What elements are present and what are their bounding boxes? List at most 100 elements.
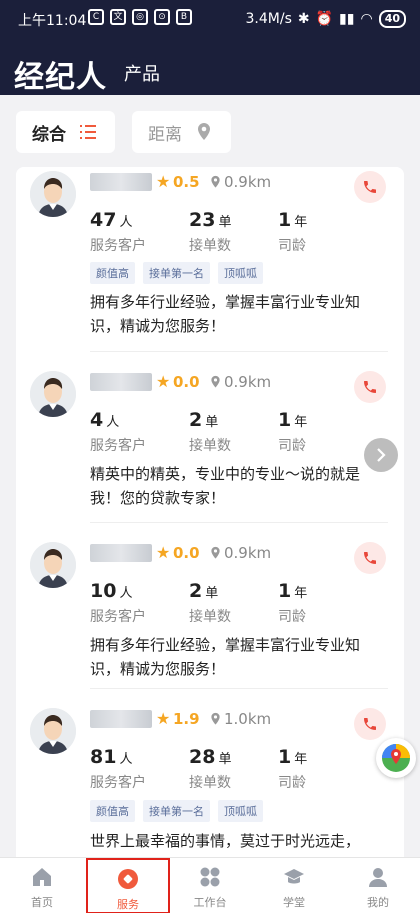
agent-tags: 颜值高 接单第一名 顶呱呱 bbox=[90, 800, 263, 822]
years-label: 司龄 bbox=[278, 609, 306, 625]
bluetooth-icon: ✱ bbox=[297, 11, 310, 27]
tab-label: 学堂 bbox=[283, 896, 305, 909]
sort-comprehensive-label: 综合 bbox=[32, 124, 66, 145]
app-notification-icon: ◎ bbox=[132, 9, 148, 25]
product-tab[interactable]: 产品 bbox=[124, 60, 160, 86]
sort-comprehensive-button[interactable]: 综合 bbox=[16, 111, 115, 153]
page-title: 经纪人 bbox=[14, 60, 107, 95]
agent-name-masked bbox=[90, 710, 152, 728]
avatar bbox=[30, 371, 76, 417]
call-button[interactable] bbox=[354, 542, 386, 574]
tag: 颜值高 bbox=[90, 800, 135, 822]
tab-label: 工作台 bbox=[193, 896, 227, 909]
tag: 颜值高 bbox=[90, 262, 135, 284]
agent-card[interactable]: ★ 0.0 0.9km 4人 2单 1年 服务客户 接单数 司龄 精英中的精英，… bbox=[16, 352, 404, 523]
tab-label: 首页 bbox=[31, 896, 53, 909]
avatar bbox=[30, 708, 76, 754]
map-button[interactable] bbox=[376, 738, 416, 778]
bottom-tab-bar: 首页 服务 工作台 学堂 我的 bbox=[0, 857, 420, 913]
orders-count: 28 单 bbox=[189, 746, 232, 768]
tab-school[interactable]: 学堂 bbox=[252, 858, 336, 913]
battery-indicator: 40 bbox=[378, 10, 406, 28]
orders-count: 23 单 bbox=[189, 209, 232, 231]
phone-icon bbox=[364, 552, 376, 564]
status-notification-icons: C 文 ◎ ⊙ B bbox=[88, 9, 192, 25]
agent-description: 拥有多年行业经验，掌握丰富行业专业知识，精诚为您服务！ bbox=[90, 293, 361, 335]
orders-label: 接单数 bbox=[189, 775, 231, 791]
avatar bbox=[30, 542, 76, 588]
orders-label: 接单数 bbox=[189, 438, 231, 454]
agent-rating: 0.5 bbox=[173, 173, 200, 191]
years-label: 司龄 bbox=[278, 238, 306, 254]
orders-label: 接单数 bbox=[189, 609, 231, 625]
agent-card[interactable]: ★ 0.5 0.9km 47 人 23 单 1年 服务客户 接单数 司龄 颜值高 接… bbox=[16, 167, 404, 352]
star-icon: ★ bbox=[156, 709, 171, 728]
call-button[interactable] bbox=[354, 171, 386, 203]
signal-icon: ▮▮ bbox=[339, 11, 355, 27]
agent-description: 世界上最幸福的事情，莫过于时光远走， bbox=[90, 832, 361, 850]
alarm-icon: ⏰ bbox=[315, 11, 334, 27]
years-count: 1年 bbox=[278, 209, 308, 231]
location-pin-icon bbox=[211, 175, 220, 188]
app-notification-icon: B bbox=[176, 9, 192, 25]
years-count: 1年 bbox=[278, 409, 308, 431]
star-icon: ★ bbox=[156, 372, 171, 391]
phone-icon bbox=[364, 181, 376, 193]
list-icon bbox=[80, 125, 96, 139]
agent-card[interactable]: ★ 0.0 0.9km 10 人 2单 1年 服务客户 接单数 司龄 拥有多年行业… bbox=[16, 523, 404, 689]
orders-count: 2单 bbox=[189, 580, 219, 602]
tab-label: 服务 bbox=[117, 898, 139, 911]
clients-count: 10 人 bbox=[90, 580, 133, 602]
agent-distance: 0.9km bbox=[224, 544, 272, 562]
workbench-icon bbox=[200, 867, 220, 887]
agent-distance: 1.0km bbox=[224, 710, 272, 728]
clients-label: 服务客户 bbox=[90, 775, 146, 791]
agent-distance: 0.9km bbox=[224, 173, 272, 191]
location-pin-icon bbox=[211, 546, 220, 559]
app-header: 上午11:04 C 文 ◎ ⊙ B 3.4M/s ✱ ⏰ ▮▮ ◠ 40 经纪人… bbox=[0, 0, 420, 95]
home-icon bbox=[33, 868, 51, 886]
wifi-icon: ◠ bbox=[360, 11, 373, 27]
tag: 接单第一名 bbox=[143, 262, 210, 284]
tag: 接单第一名 bbox=[143, 800, 210, 822]
clients-label: 服务客户 bbox=[90, 438, 146, 454]
tab-home[interactable]: 首页 bbox=[0, 858, 84, 913]
years-count: 1年 bbox=[278, 746, 308, 768]
agent-name-masked bbox=[90, 373, 152, 391]
profile-icon bbox=[369, 868, 387, 887]
agent-card[interactable]: ★ 1.9 1.0km 81 人 28 单 1年 服务客户 接单数 司龄 颜值高 接… bbox=[16, 689, 404, 857]
agent-description: 拥有多年行业经验，掌握丰富行业专业知识，精诚为您服务！ bbox=[90, 636, 361, 678]
clients-label: 服务客户 bbox=[90, 609, 146, 625]
location-pin-icon bbox=[198, 123, 210, 140]
years-count: 1年 bbox=[278, 580, 308, 602]
network-speed: 3.4M/s bbox=[245, 11, 292, 27]
star-icon: ★ bbox=[156, 172, 171, 191]
call-button[interactable] bbox=[354, 371, 386, 403]
clients-label: 服务客户 bbox=[90, 238, 146, 254]
agent-rating: 0.0 bbox=[173, 373, 200, 391]
agent-description: 精英中的精英，专业中的专业～说的就是我！您的贷款专家！ bbox=[90, 465, 361, 507]
clients-count: 81 人 bbox=[90, 746, 133, 768]
next-page-button[interactable] bbox=[364, 438, 398, 472]
location-pin-icon bbox=[211, 375, 220, 388]
call-button[interactable] bbox=[354, 708, 386, 740]
tag: 顶呱呱 bbox=[218, 800, 263, 822]
clients-count: 47 人 bbox=[90, 209, 133, 231]
clients-count: 4人 bbox=[90, 409, 120, 431]
service-icon bbox=[118, 869, 138, 889]
agent-list[interactable]: ★ 0.5 0.9km 47 人 23 单 1年 服务客户 接单数 司龄 颜值高 接… bbox=[16, 167, 404, 857]
sort-distance-button[interactable]: 距离 bbox=[132, 111, 231, 153]
orders-label: 接单数 bbox=[189, 238, 231, 254]
agent-name-masked bbox=[90, 173, 152, 191]
status-time: 上午11:04 bbox=[18, 13, 87, 29]
agent-rating: 0.0 bbox=[173, 544, 200, 562]
app-notification-icon: ⊙ bbox=[154, 9, 170, 25]
agent-distance: 0.9km bbox=[224, 373, 272, 391]
phone-icon bbox=[364, 381, 376, 393]
tab-workbench[interactable]: 工作台 bbox=[168, 858, 252, 913]
tag: 顶呱呱 bbox=[218, 262, 263, 284]
tab-profile[interactable]: 我的 bbox=[336, 858, 420, 913]
school-icon bbox=[284, 869, 304, 884]
years-label: 司龄 bbox=[278, 438, 306, 454]
tab-service[interactable]: 服务 bbox=[86, 858, 170, 913]
